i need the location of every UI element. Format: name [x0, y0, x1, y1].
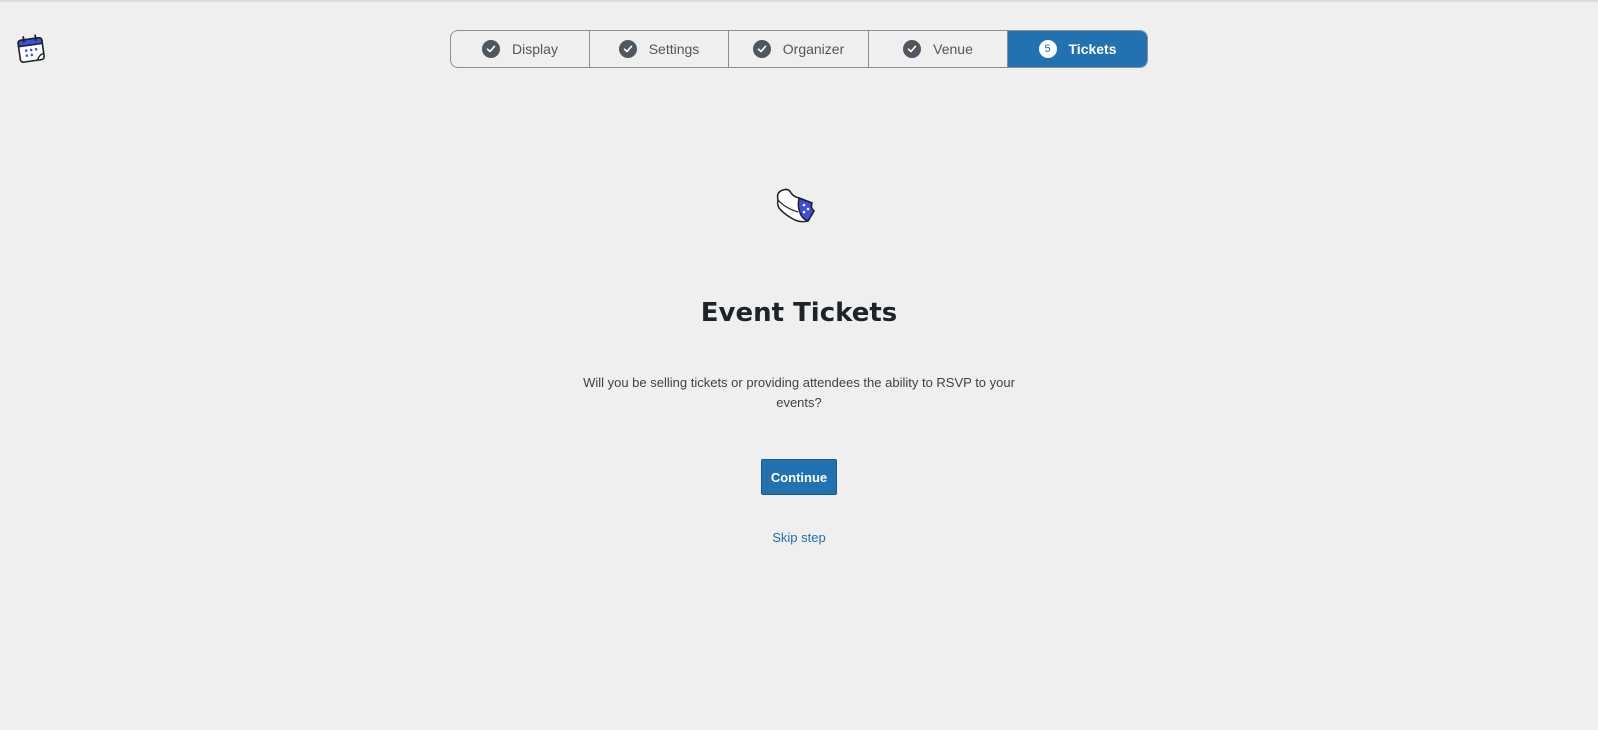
setup-stepper: Display Settings Organizer Venue 5 Ticke…: [450, 30, 1148, 68]
step-description: Will you be selling tickets or providing…: [583, 375, 1015, 410]
check-icon: [903, 40, 922, 58]
step-display[interactable]: Display: [451, 31, 590, 67]
skip-step-link[interactable]: Skip step: [0, 530, 1598, 545]
step-label: Organizer: [782, 41, 845, 57]
calendar-logo-icon: [17, 34, 45, 63]
step-tickets[interactable]: 5 Tickets: [1008, 31, 1147, 67]
continue-button[interactable]: Continue: [761, 459, 837, 495]
step-organizer[interactable]: Organizer: [729, 31, 869, 67]
step-venue[interactable]: Venue: [869, 31, 1008, 67]
check-icon: [752, 40, 771, 58]
ticket-icon: [776, 188, 815, 223]
step-number: 5: [1038, 40, 1057, 58]
step-label: Tickets: [1068, 41, 1117, 57]
check-icon: [618, 40, 637, 58]
step-label: Display: [512, 41, 558, 57]
top-border: [0, 0, 1598, 2]
page-title: Event Tickets: [700, 298, 898, 328]
check-icon: [482, 40, 501, 58]
step-settings[interactable]: Settings: [590, 31, 729, 67]
step-label: Venue: [933, 41, 973, 57]
step-label: Settings: [648, 41, 700, 57]
